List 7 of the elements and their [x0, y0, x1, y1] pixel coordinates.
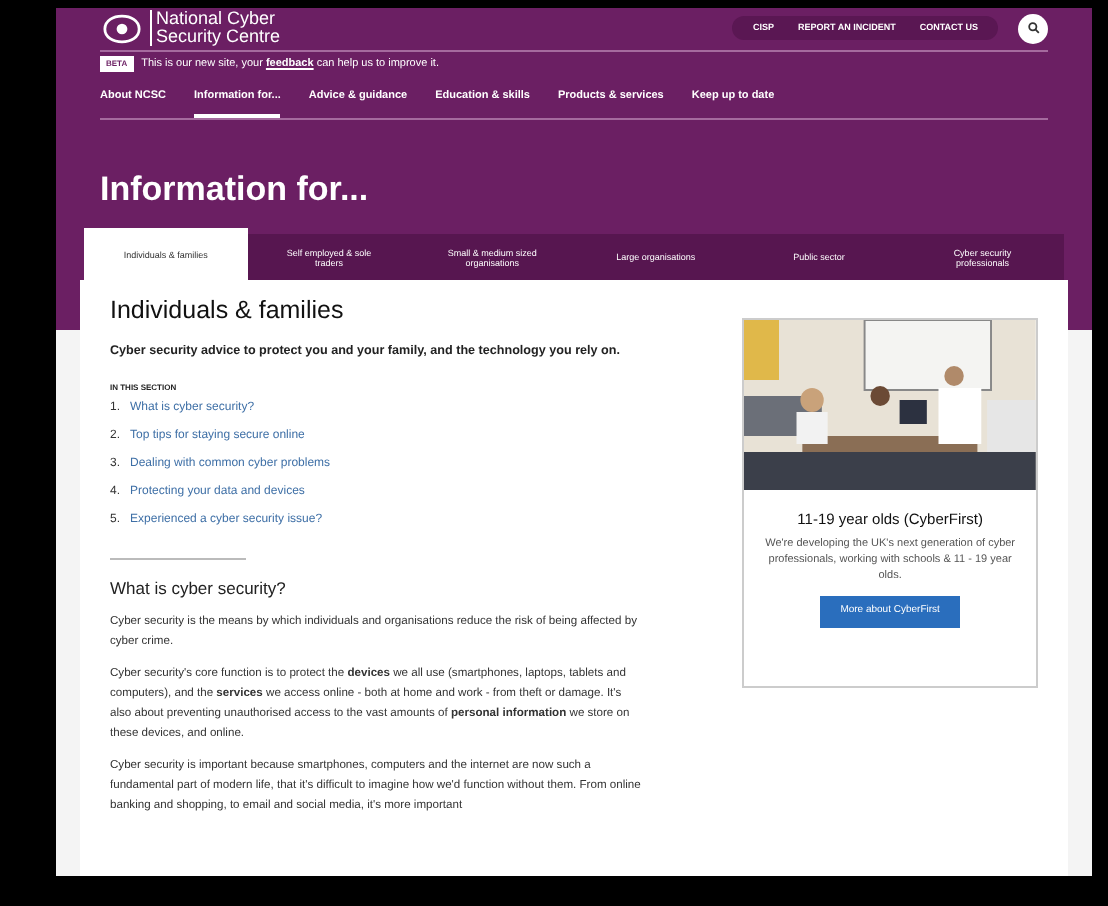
search-icon [1027, 22, 1039, 34]
article-heading: What is cyber security? [110, 576, 288, 602]
site-logo-text: Security Centre [156, 28, 281, 46]
section-title: Individuals & families [110, 294, 346, 328]
page-title: Information for... [100, 167, 371, 211]
search-button[interactable] [1018, 13, 1048, 43]
site-logo-text: National Cyber [156, 10, 278, 28]
